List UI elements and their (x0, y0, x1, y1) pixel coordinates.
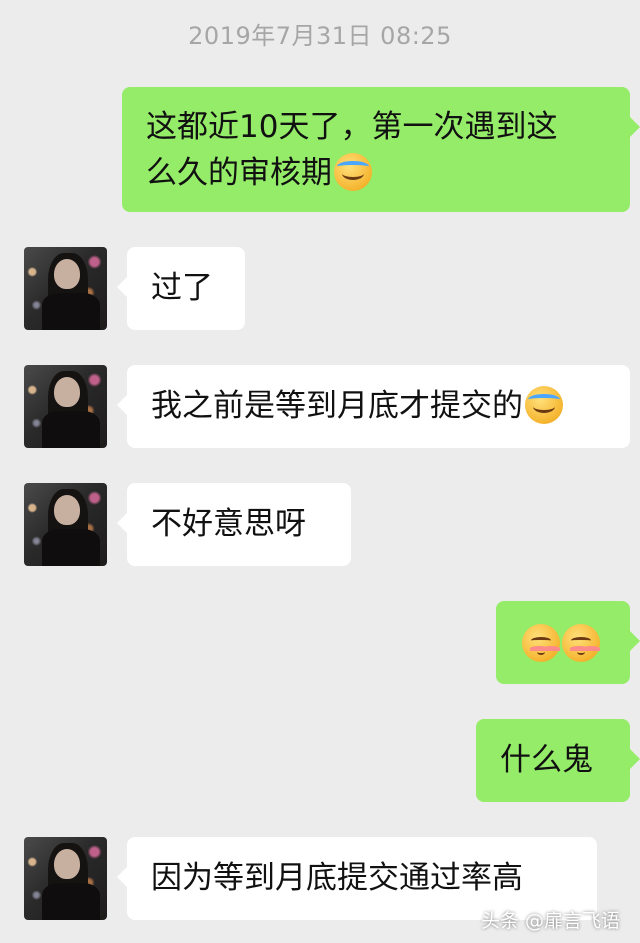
contact-avatar[interactable] (24, 365, 107, 448)
message-text: 我之前是等到月底才提交的 (151, 388, 523, 424)
crying-laughing-emoji (525, 386, 563, 424)
outgoing-message[interactable]: 什么鬼 (476, 719, 640, 802)
crying-laughing-emoji (334, 153, 372, 191)
outgoing-message[interactable]: 这都近10天了，第一次遇到这 么久的审核期 (122, 87, 640, 212)
chat-timestamp: 2019年7月31日 08:25 (188, 22, 452, 50)
message-text: 不好意思呀 (151, 506, 306, 542)
incoming-message[interactable]: 我之前是等到月底才提交的 (117, 365, 630, 448)
contact-avatar[interactable] (24, 483, 107, 566)
incoming-message[interactable]: 过了 (117, 247, 245, 330)
outgoing-message[interactable] (496, 601, 640, 684)
message-text: 因为等到月底提交通过率高 (151, 860, 523, 896)
watermark: 头条 @扉言飞语 (480, 910, 620, 932)
message-text: 过了 (151, 270, 213, 306)
incoming-message[interactable]: 不好意思呀 (117, 483, 351, 566)
blushing-emoji (562, 624, 600, 662)
contact-avatar[interactable] (24, 837, 107, 920)
blushing-emoji (522, 624, 560, 662)
message-text: 什么鬼 (500, 742, 593, 778)
message-text-line: 这都近10天了，第一次遇到这 (146, 109, 558, 145)
contact-avatar[interactable] (24, 247, 107, 330)
message-text-line: 么久的审核期 (146, 155, 332, 191)
